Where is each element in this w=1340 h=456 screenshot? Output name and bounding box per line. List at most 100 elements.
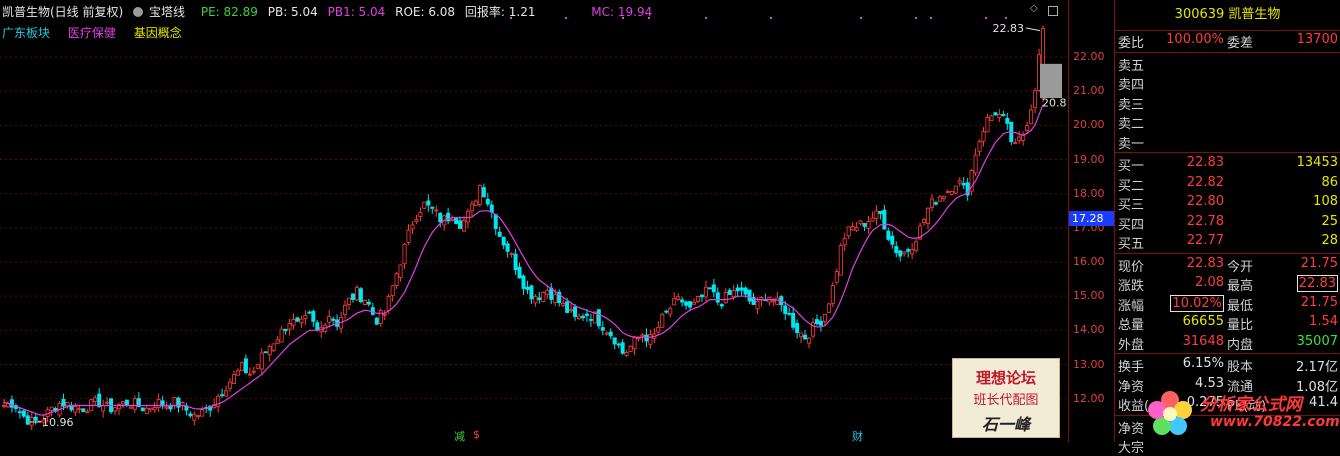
concept-tag[interactable]: 基因概念 — [134, 26, 182, 40]
candle-down — [890, 235, 895, 245]
panel-row: 卖一 — [1115, 132, 1340, 152]
candle-down — [97, 393, 102, 408]
panel-row: 涨跌 2.08 最高 22.83 — [1115, 274, 1340, 294]
pb1-value: PB1: 5.04 — [327, 5, 386, 19]
candle-up — [826, 303, 831, 313]
candle-up — [822, 313, 827, 322]
candle-down — [862, 223, 867, 227]
candle-down — [188, 413, 193, 417]
candle-up — [981, 131, 986, 142]
candle-down — [707, 287, 712, 290]
event-marker[interactable]: 财 — [852, 428, 863, 442]
y-tick-label: 15.00 — [1073, 289, 1105, 303]
candle-up — [929, 198, 934, 208]
watermark-url: www.70822.com — [1210, 414, 1340, 430]
candle-down — [886, 230, 891, 240]
min-price-label: 10.96 — [42, 416, 74, 429]
candle-up — [561, 303, 566, 306]
row-value-2: 13700 — [1296, 32, 1338, 47]
tower-block — [1040, 63, 1062, 98]
candle-down — [993, 112, 998, 116]
row-label-2: 最高 — [1227, 279, 1254, 294]
panel-row: 买五 22.77 28 — [1115, 232, 1340, 252]
candle-up — [1017, 136, 1022, 142]
candle-down — [370, 307, 375, 315]
candle-up — [196, 415, 201, 418]
candle-down — [616, 343, 621, 346]
row-value-2: 25 — [1321, 213, 1338, 229]
panel-row: 换手 6.15% 股本 2.17亿 — [1115, 355, 1340, 375]
concept-tag[interactable]: 医疗保健 — [68, 26, 116, 40]
row-label: 委比 — [1118, 36, 1145, 51]
candle-up — [402, 243, 407, 265]
candle-up — [914, 241, 919, 251]
candle-up — [473, 200, 478, 206]
candle-down — [517, 266, 522, 279]
candle-down — [1001, 114, 1006, 117]
candle-up — [858, 220, 863, 225]
y-tick-label: 18.00 — [1073, 186, 1105, 200]
candle-up — [1033, 90, 1038, 109]
row-value: 31648 — [1182, 333, 1224, 349]
report-rate-value: 回报率: 1.21 — [464, 5, 536, 19]
candle-up — [937, 196, 942, 202]
candle-up — [414, 219, 419, 222]
row-label: 卖二 — [1118, 117, 1145, 132]
kline-chart[interactable]: 22.83 10.96 20.8 — [0, 0, 1068, 442]
candle-up — [648, 334, 653, 345]
event-marker[interactable]: $ — [473, 428, 480, 441]
candle-up — [239, 362, 244, 372]
candle-down — [263, 351, 268, 354]
concept-tag[interactable]: 广东板块 — [2, 26, 50, 40]
candle-up — [144, 407, 149, 415]
candle-up — [509, 253, 514, 255]
candle-down — [529, 285, 534, 300]
candle-down — [350, 293, 355, 300]
candle-down — [818, 320, 823, 326]
diamond-icon[interactable]: ◇ — [1030, 3, 1040, 14]
candle-up — [113, 407, 118, 412]
candle-up — [910, 248, 915, 255]
candle-up — [394, 273, 399, 286]
candle-up — [235, 370, 240, 376]
site-watermark: 分析家公式网 www.70822.com — [1140, 384, 1340, 442]
candle-down — [485, 198, 490, 205]
event-marker[interactable]: 减 — [454, 428, 465, 442]
row-value: 100.00% — [1166, 32, 1224, 47]
candle-up — [105, 401, 110, 404]
window-toggle-button[interactable] — [1048, 6, 1058, 16]
candle-up — [255, 364, 260, 369]
candle-up — [660, 313, 665, 328]
candle-up — [775, 297, 780, 305]
candle-up — [842, 237, 847, 246]
y-tick-label: 16.00 — [1073, 255, 1105, 268]
candle-up — [977, 141, 982, 152]
candle-up — [799, 332, 804, 338]
stock-title[interactable]: 凯普生物(日线 前复权) — [2, 5, 123, 19]
candle-up — [636, 337, 641, 340]
kline-chart-area[interactable]: 22.83 10.96 20.8 凯普生物(日线 前复权) 宝塔线 PE: 82.8… — [0, 0, 1068, 442]
candle-down — [366, 301, 371, 305]
candle-down — [795, 323, 800, 334]
row-value: 6.15% — [1182, 356, 1224, 371]
row-label: 涨幅 — [1118, 298, 1145, 314]
candle-up — [390, 285, 395, 296]
candle-down — [580, 315, 585, 319]
candle-up — [854, 227, 859, 231]
stamp-line1: 理想论坛 — [975, 369, 1036, 387]
candle-down — [727, 289, 732, 295]
row-value-2: 108 — [1313, 194, 1338, 209]
watermark-name: 分析家公式网 — [1200, 395, 1302, 415]
row-value-2: 2.17亿 — [1296, 360, 1338, 375]
row-label: 卖三 — [1118, 97, 1145, 113]
indicator-name[interactable]: 宝塔线 — [133, 5, 191, 19]
candle-up — [953, 185, 958, 194]
candle-up — [164, 406, 169, 409]
row-label-2: 委差 — [1227, 36, 1254, 51]
candle-up — [29, 417, 34, 426]
candle-up — [668, 307, 673, 315]
candle-up — [870, 217, 875, 222]
panel-divider — [1115, 51, 1340, 53]
panel-row: 涨幅 10.02% 最低 21.75 — [1115, 294, 1340, 314]
candle-up — [128, 406, 133, 409]
